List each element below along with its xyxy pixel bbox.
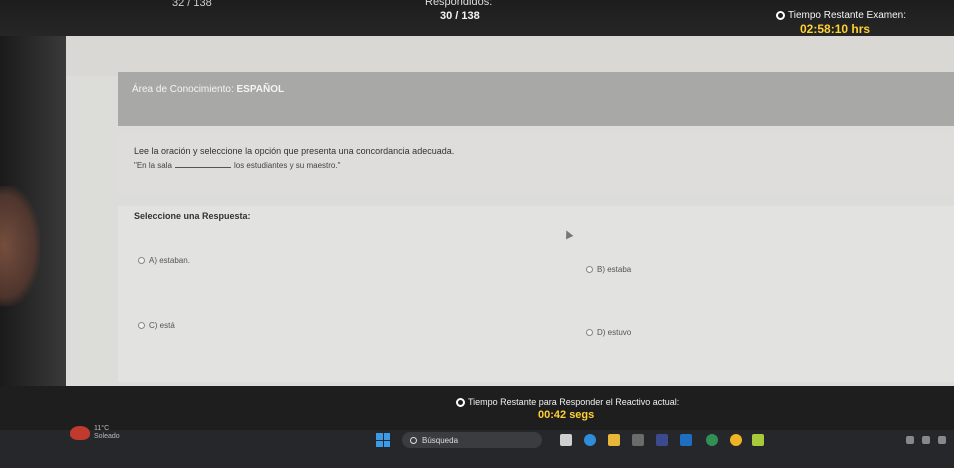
system-tray[interactable] <box>906 436 946 444</box>
edge-icon[interactable] <box>584 434 596 446</box>
radio-icon[interactable] <box>138 257 145 264</box>
radio-icon[interactable] <box>586 329 593 336</box>
store-icon[interactable] <box>632 434 644 446</box>
taskview-icon[interactable] <box>560 434 572 446</box>
sentence-end: los estudiantes y su maestro." <box>233 161 341 170</box>
radio-icon[interactable] <box>138 322 145 329</box>
option-a[interactable]: A) estaban. <box>138 256 190 265</box>
area-subject: ESPAÑOL <box>236 84 285 95</box>
sentence-start: "En la sala <box>134 161 172 170</box>
card-top <box>66 36 954 76</box>
question-counter: 32 / 138 <box>172 0 212 9</box>
option-d-label: D) estuvo <box>597 328 632 337</box>
option-d[interactable]: D) estuvo <box>586 328 631 337</box>
option-b[interactable]: B) estaba <box>586 265 633 275</box>
question-timer-label: Tiempo Restante para Responder el Reacti… <box>456 397 679 407</box>
area-band <box>118 72 954 126</box>
question-instruction: Lee la oración y seleccione la opción qu… <box>134 146 455 156</box>
taskbar-search[interactable]: Búsqueda <box>402 432 542 448</box>
exam-timer-value: 02:58:10 hrs <box>800 22 871 36</box>
chevron-up-icon <box>906 436 914 444</box>
exam-header: 32 / 138 Respondidos: 30 / 138 Tiempo Re… <box>0 0 954 36</box>
question-timer-text: Tiempo Restante para Responder el Reacti… <box>468 397 680 407</box>
search-placeholder: Búsqueda <box>422 435 459 445</box>
answered-progress: 30 / 138 <box>440 10 480 22</box>
sentence-blank <box>174 167 231 168</box>
clock-icon <box>776 11 785 20</box>
footer-bar <box>0 386 954 430</box>
maps-icon[interactable] <box>730 434 742 446</box>
network-icon <box>922 436 930 444</box>
background-hand <box>0 186 40 306</box>
area-prefix: Área de Conocimiento: <box>132 84 237 95</box>
search-icon <box>410 436 417 444</box>
file-explorer-icon[interactable] <box>608 434 620 446</box>
option-b-label: B) estaba <box>597 265 632 274</box>
weather-temp: 11°C <box>94 425 110 432</box>
app-icon[interactable] <box>752 434 764 446</box>
question-sentence: "En la sala los estudiantes y su maestro.… <box>134 161 340 170</box>
weather-text: 11°C Soleado <box>94 425 120 441</box>
answers-prompt: Seleccione una Respuesta: <box>134 211 251 221</box>
answers-box <box>118 206 954 382</box>
option-a-label: A) estaban. <box>149 256 190 265</box>
option-c[interactable]: C) está <box>138 321 175 330</box>
radio-icon[interactable] <box>586 266 593 273</box>
clock-icon <box>456 397 465 407</box>
question-card: Área de Conocimiento: ESPAÑOL Lee la ora… <box>66 36 954 386</box>
area-label: Área de Conocimiento: ESPAÑOL <box>132 84 284 95</box>
option-c-label: C) está <box>149 321 175 330</box>
answered-label: Respondidos: <box>425 0 493 8</box>
start-icon[interactable] <box>376 433 390 447</box>
mail-icon[interactable] <box>680 434 692 446</box>
app-icon[interactable] <box>656 434 668 446</box>
weather-icon <box>70 426 90 440</box>
exam-timer-text: Tiempo Restante Examen: <box>788 10 907 21</box>
weather-desc: Soleado <box>94 433 120 440</box>
left-frame <box>0 36 66 430</box>
exam-timer-label: Tiempo Restante Examen: <box>776 10 906 21</box>
question-timer-value: 00:42 segs <box>538 409 595 421</box>
volume-icon <box>938 436 946 444</box>
weather-widget[interactable]: 11°C Soleado <box>70 425 120 441</box>
chrome-icon[interactable] <box>706 434 718 446</box>
